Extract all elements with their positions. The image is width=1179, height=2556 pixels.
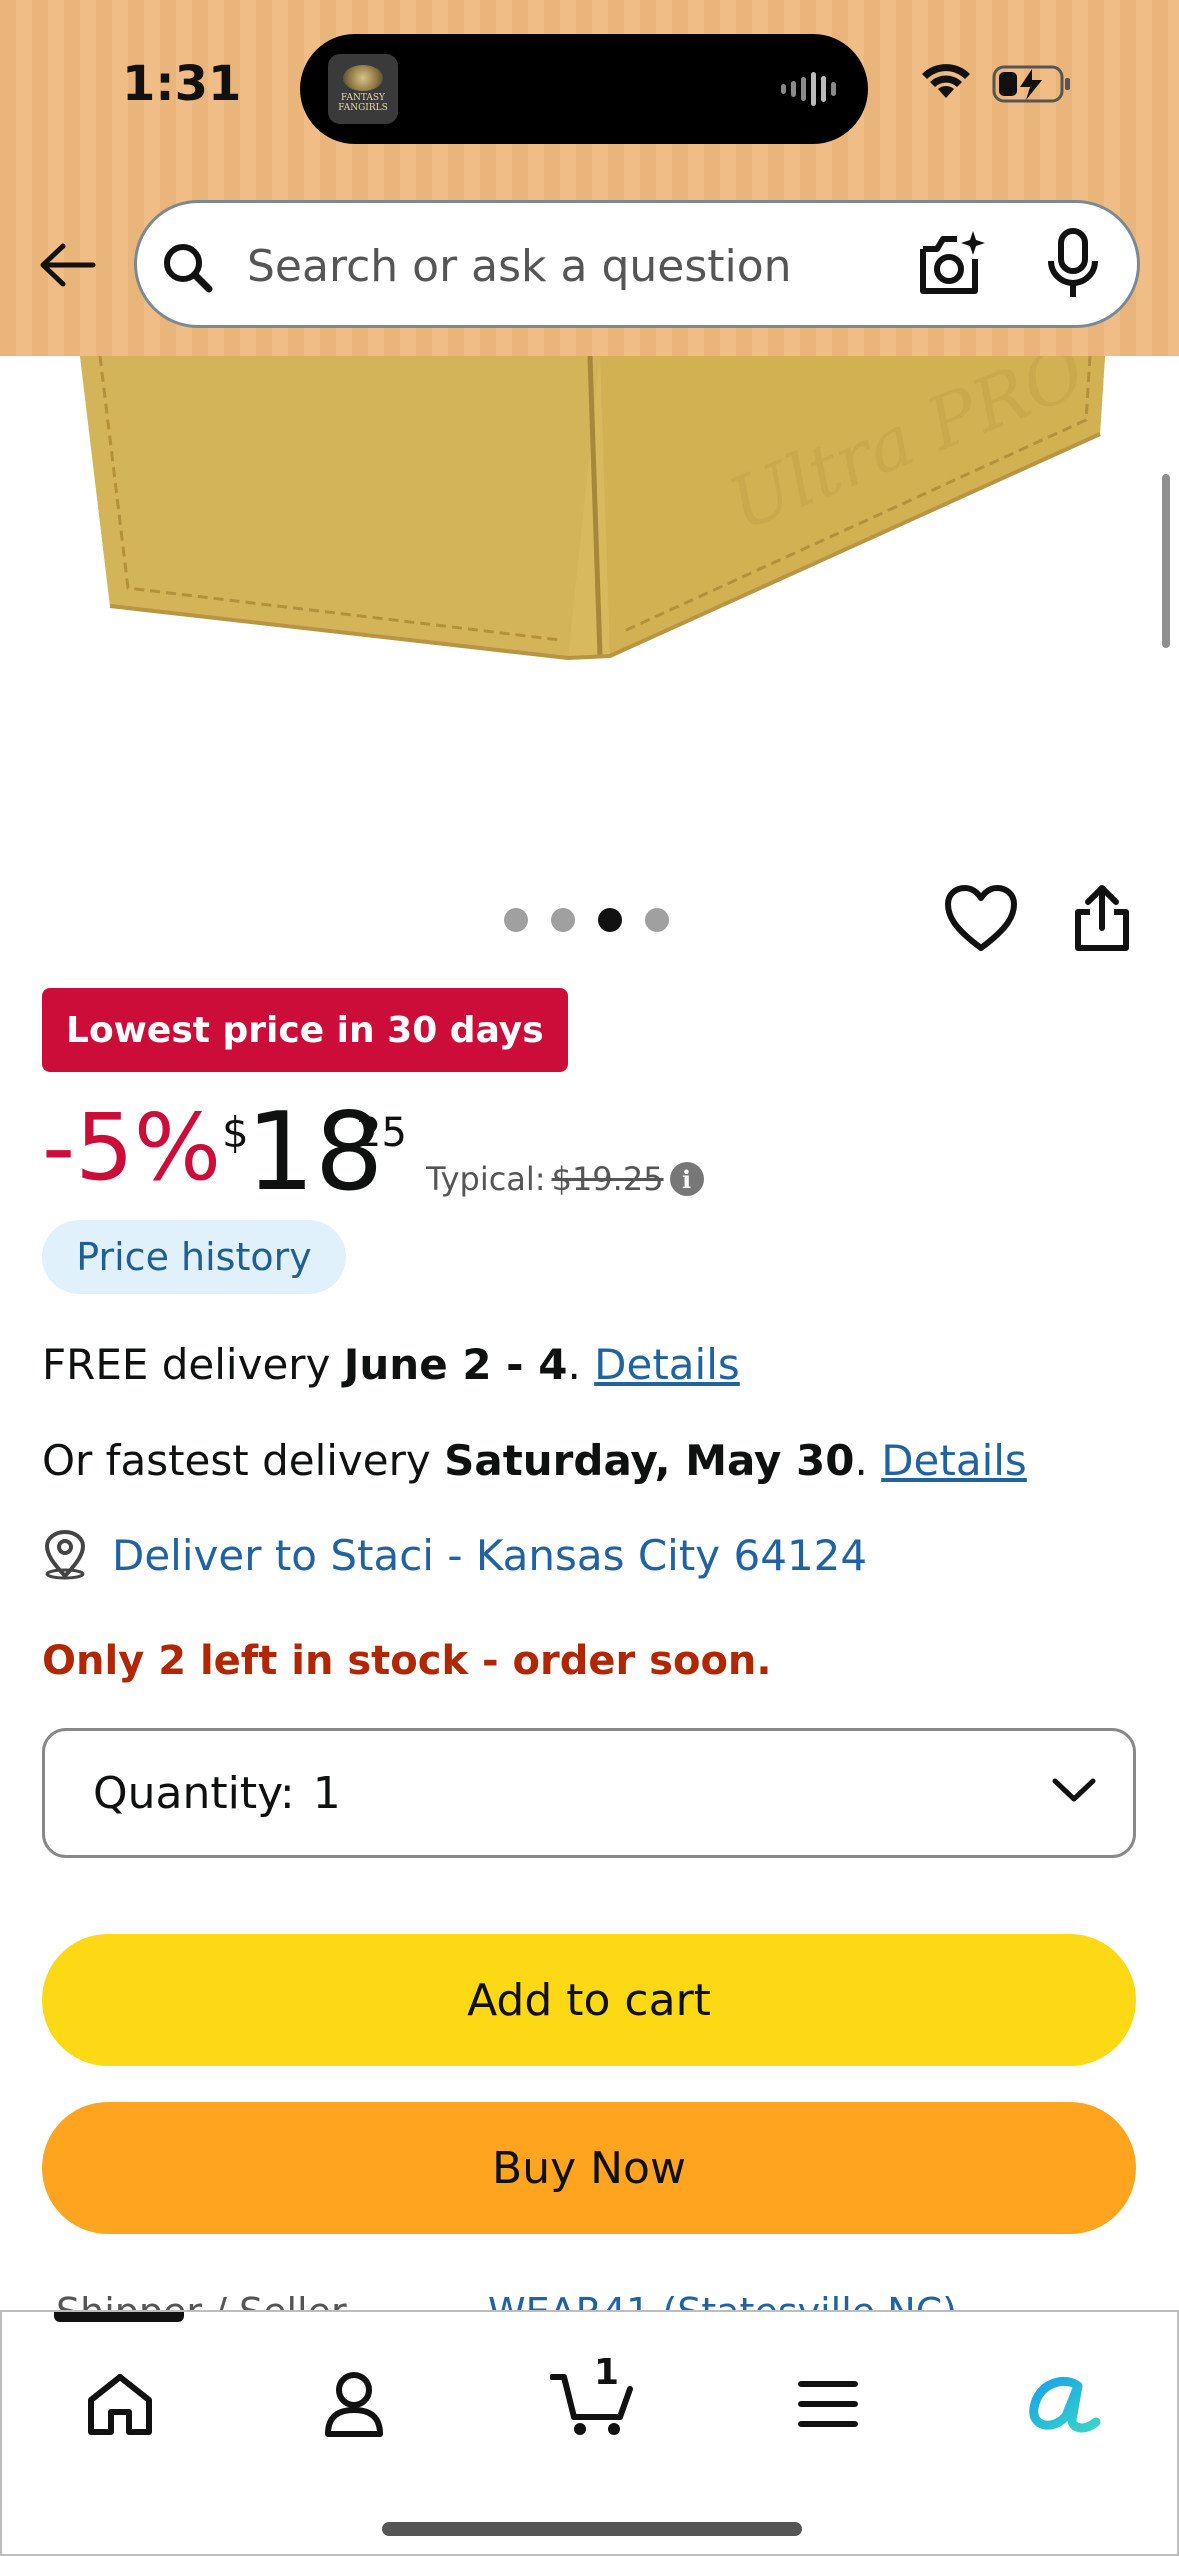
carousel-dot-active[interactable] (598, 908, 622, 932)
fastest-delivery-separator: . (854, 1436, 882, 1485)
carousel-dot[interactable] (551, 908, 575, 932)
bottom-nav: 1 (0, 2310, 1179, 2556)
quantity-label: Quantity: (93, 1767, 295, 1819)
deck-box-image: Ultra PRO (80, 356, 1105, 661)
status-time: 1:31 (122, 56, 242, 112)
audio-waveform-icon (781, 72, 836, 106)
typical-label: Typical: (426, 1160, 546, 1198)
carousel-dot[interactable] (504, 908, 528, 932)
location-pin-icon (44, 1530, 86, 1580)
camera-search-icon[interactable] (913, 225, 993, 305)
user-icon (325, 2372, 383, 2437)
discount-percent: -5% (42, 1094, 222, 1201)
add-to-cart-button[interactable]: Add to cart (42, 1934, 1136, 2066)
price-currency: $ (222, 1108, 249, 1157)
info-icon[interactable]: i (669, 1162, 704, 1196)
deliver-to-text[interactable]: Deliver to Staci - Kansas City 64124 (112, 1531, 867, 1580)
search-bar[interactable] (134, 200, 1140, 328)
dynamic-island[interactable]: FANTASY FANGIRLS (300, 34, 868, 144)
free-delivery-line: FREE delivery June 2 - 4. Details (42, 1340, 740, 1389)
free-delivery-details-link[interactable]: Details (594, 1340, 740, 1389)
search-input[interactable] (247, 231, 887, 301)
arrow-left-icon (40, 243, 96, 287)
price-history-button[interactable]: Price history (42, 1220, 346, 1294)
home-indicator (382, 2522, 802, 2536)
free-delivery-prefix: FREE delivery (42, 1340, 344, 1389)
typical-price: Typical: $19.25 i (426, 1160, 704, 1198)
wifi-icon (922, 64, 970, 98)
header: 1:31 FANTASY FANGIRLS (0, 0, 1179, 356)
rufus-assistant-icon (1029, 2376, 1101, 2433)
nav-rufus[interactable] (1014, 2354, 1114, 2454)
nav-cart[interactable]: 1 (542, 2352, 642, 2454)
product-image[interactable]: Ultra PRO (0, 356, 1179, 856)
chevron-down-icon (1052, 1778, 1096, 1802)
quantity-select[interactable]: Quantity: 1 (42, 1728, 1136, 1858)
free-delivery-separator: . (567, 1340, 595, 1389)
deliver-to-link[interactable]: Deliver to Staci - Kansas City 64124 (42, 1530, 867, 1580)
search-icon (164, 244, 213, 293)
fastest-delivery-prefix: Or fastest delivery (42, 1436, 445, 1485)
price-fraction: 25 (356, 1110, 407, 1156)
cart-icon (550, 2374, 633, 2435)
back-button[interactable] (34, 232, 100, 298)
typical-price-value: $19.25 (551, 1160, 664, 1198)
fastest-delivery-line: Or fastest delivery Saturday, May 30. De… (42, 1436, 1027, 1485)
battery-charging-icon (992, 65, 1070, 103)
nav-account[interactable] (304, 2354, 404, 2454)
cart-count: 1 (594, 2352, 620, 2393)
now-playing-artwork: FANTASY FANGIRLS (328, 54, 398, 124)
active-tab-indicator (54, 2312, 184, 2322)
nav-home[interactable] (70, 2354, 170, 2454)
nav-menu[interactable] (778, 2354, 878, 2454)
stock-status: Only 2 left in stock - order soon. (42, 1638, 772, 1684)
fastest-delivery-date: Saturday, May 30 (444, 1436, 855, 1485)
fastest-delivery-details-link[interactable]: Details (881, 1436, 1027, 1485)
quantity-value: 1 (312, 1767, 341, 1819)
share-icon[interactable] (1072, 884, 1132, 954)
home-icon (88, 2374, 152, 2435)
microphone-icon[interactable] (1043, 227, 1103, 303)
carousel-dot[interactable] (645, 908, 669, 932)
scrollbar[interactable] (1162, 474, 1170, 648)
heart-icon[interactable] (944, 884, 1018, 954)
image-carousel-dots[interactable] (504, 908, 669, 932)
deal-badge: Lowest price in 30 days (42, 988, 568, 1072)
menu-icon (798, 2381, 858, 2427)
now-playing-artwork-text: FANTASY FANGIRLS (338, 93, 388, 113)
buy-now-button[interactable]: Buy Now (42, 2102, 1136, 2234)
free-delivery-dates: June 2 - 4 (343, 1340, 568, 1389)
